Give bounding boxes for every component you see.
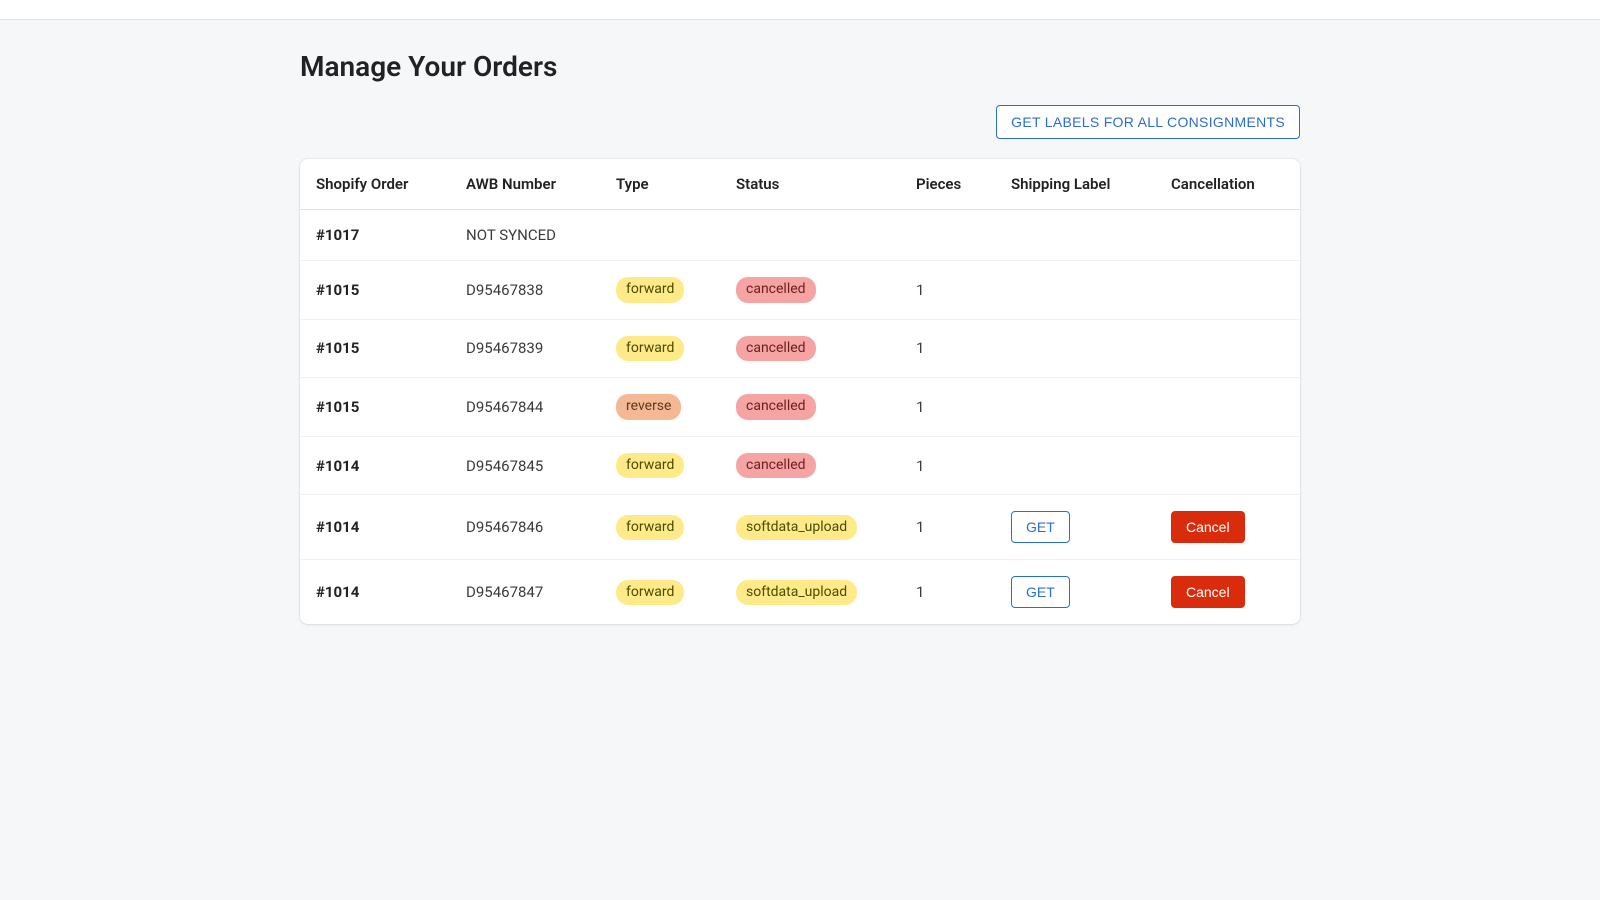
cell-awb-number: D95467846 bbox=[450, 495, 600, 560]
cancel-button[interactable]: Cancel bbox=[1171, 576, 1245, 608]
cell-pieces: 1 bbox=[900, 495, 995, 560]
cell-shipping-label bbox=[995, 319, 1155, 378]
header-type: Type bbox=[600, 159, 720, 210]
header-status: Status bbox=[720, 159, 900, 210]
get-label-button[interactable]: GET bbox=[1011, 576, 1070, 608]
cell-cancellation: Cancel bbox=[1155, 560, 1300, 625]
type-badge: forward bbox=[616, 580, 684, 606]
cell-shipping-label bbox=[995, 261, 1155, 320]
type-badge: forward bbox=[616, 277, 684, 303]
table-row: #1015D95467839 forward cancelled 1 bbox=[300, 319, 1300, 378]
cell-shopify-order: #1015 bbox=[300, 319, 450, 378]
cell-pieces: 1 bbox=[900, 436, 995, 495]
cell-pieces: 1 bbox=[900, 378, 995, 437]
orders-tbody: #1017NOT SYNCED#1015D95467838forwardcanc… bbox=[300, 210, 1300, 625]
cell-type: forward bbox=[600, 319, 720, 378]
orders-table: Shopify Order AWB Number Type Status Pie… bbox=[300, 159, 1300, 624]
cell-shipping-label bbox=[995, 436, 1155, 495]
header-awb-number: AWB Number bbox=[450, 159, 600, 210]
table-row: #1014D95467847 forward softdata_upload 1 GET… bbox=[300, 560, 1300, 625]
table-row: #1015D95467844 reverse cancelled 1 bbox=[300, 378, 1300, 437]
cell-awb-number: D95467839 bbox=[450, 319, 600, 378]
status-badge: cancelled bbox=[736, 453, 816, 479]
table-row: #1015D95467838 forward cancelled 1 bbox=[300, 261, 1300, 320]
cell-status: cancelled bbox=[720, 261, 900, 320]
cell-cancellation bbox=[1155, 378, 1300, 437]
cell-cancellation bbox=[1155, 319, 1300, 378]
cell-shipping-label: GET bbox=[995, 560, 1155, 625]
type-badge: forward bbox=[616, 453, 684, 479]
cell-cancellation bbox=[1155, 261, 1300, 320]
cancel-button[interactable]: Cancel bbox=[1171, 511, 1245, 543]
header-shopify-order: Shopify Order bbox=[300, 159, 450, 210]
get-all-labels-button[interactable]: GET LABELS FOR ALL CONSIGNMENTS bbox=[996, 105, 1300, 139]
page-body: Manage Your Orders GET LABELS FOR ALL CO… bbox=[0, 20, 1600, 654]
cell-type: forward bbox=[600, 261, 720, 320]
type-badge: reverse bbox=[616, 394, 681, 420]
cell-shipping-label: GET bbox=[995, 495, 1155, 560]
cell-cancellation bbox=[1155, 210, 1300, 261]
cell-awb-number: D95467847 bbox=[450, 560, 600, 625]
type-badge: forward bbox=[616, 515, 684, 541]
status-badge: cancelled bbox=[736, 394, 816, 420]
top-bar bbox=[0, 0, 1600, 20]
cell-shopify-order: #1014 bbox=[300, 495, 450, 560]
cell-shopify-order: #1017 bbox=[300, 210, 450, 261]
header-pieces: Pieces bbox=[900, 159, 995, 210]
cell-pieces bbox=[900, 210, 995, 261]
header-shipping-label: Shipping Label bbox=[995, 159, 1155, 210]
cell-status: softdata_upload bbox=[720, 495, 900, 560]
table-row: #1014D95467845 forward cancelled 1 bbox=[300, 436, 1300, 495]
cell-awb-number: D95467838 bbox=[450, 261, 600, 320]
cell-cancellation bbox=[1155, 436, 1300, 495]
cell-type: forward bbox=[600, 495, 720, 560]
cell-shopify-order: #1015 bbox=[300, 378, 450, 437]
table-row: #1017NOT SYNCED bbox=[300, 210, 1300, 261]
cell-type bbox=[600, 210, 720, 261]
cell-status: cancelled bbox=[720, 436, 900, 495]
status-badge: cancelled bbox=[736, 277, 816, 303]
cell-shopify-order: #1014 bbox=[300, 436, 450, 495]
content-container: Manage Your Orders GET LABELS FOR ALL CO… bbox=[300, 50, 1300, 624]
cell-type: reverse bbox=[600, 378, 720, 437]
cell-type: forward bbox=[600, 560, 720, 625]
cell-status: softdata_upload bbox=[720, 560, 900, 625]
action-row: GET LABELS FOR ALL CONSIGNMENTS bbox=[300, 105, 1300, 139]
cell-status bbox=[720, 210, 900, 261]
cell-status: cancelled bbox=[720, 319, 900, 378]
page-title: Manage Your Orders bbox=[300, 50, 1300, 83]
status-badge: softdata_upload bbox=[736, 515, 857, 541]
cell-shipping-label bbox=[995, 378, 1155, 437]
cell-shopify-order: #1014 bbox=[300, 560, 450, 625]
cell-shopify-order: #1015 bbox=[300, 261, 450, 320]
status-badge: cancelled bbox=[736, 336, 816, 362]
get-label-button[interactable]: GET bbox=[1011, 511, 1070, 543]
cell-awb-number: D95467845 bbox=[450, 436, 600, 495]
cell-pieces: 1 bbox=[900, 560, 995, 625]
status-badge: softdata_upload bbox=[736, 580, 857, 606]
orders-card: Shopify Order AWB Number Type Status Pie… bbox=[300, 159, 1300, 624]
cell-pieces: 1 bbox=[900, 319, 995, 378]
cell-status: cancelled bbox=[720, 378, 900, 437]
cell-shipping-label bbox=[995, 210, 1155, 261]
cell-awb-number: D95467844 bbox=[450, 378, 600, 437]
header-cancellation: Cancellation bbox=[1155, 159, 1300, 210]
cell-pieces: 1 bbox=[900, 261, 995, 320]
table-row: #1014D95467846 forward softdata_upload 1 GET… bbox=[300, 495, 1300, 560]
table-header-row: Shopify Order AWB Number Type Status Pie… bbox=[300, 159, 1300, 210]
type-badge: forward bbox=[616, 336, 684, 362]
cell-type: forward bbox=[600, 436, 720, 495]
cell-awb-number: NOT SYNCED bbox=[450, 210, 600, 261]
cell-cancellation: Cancel bbox=[1155, 495, 1300, 560]
